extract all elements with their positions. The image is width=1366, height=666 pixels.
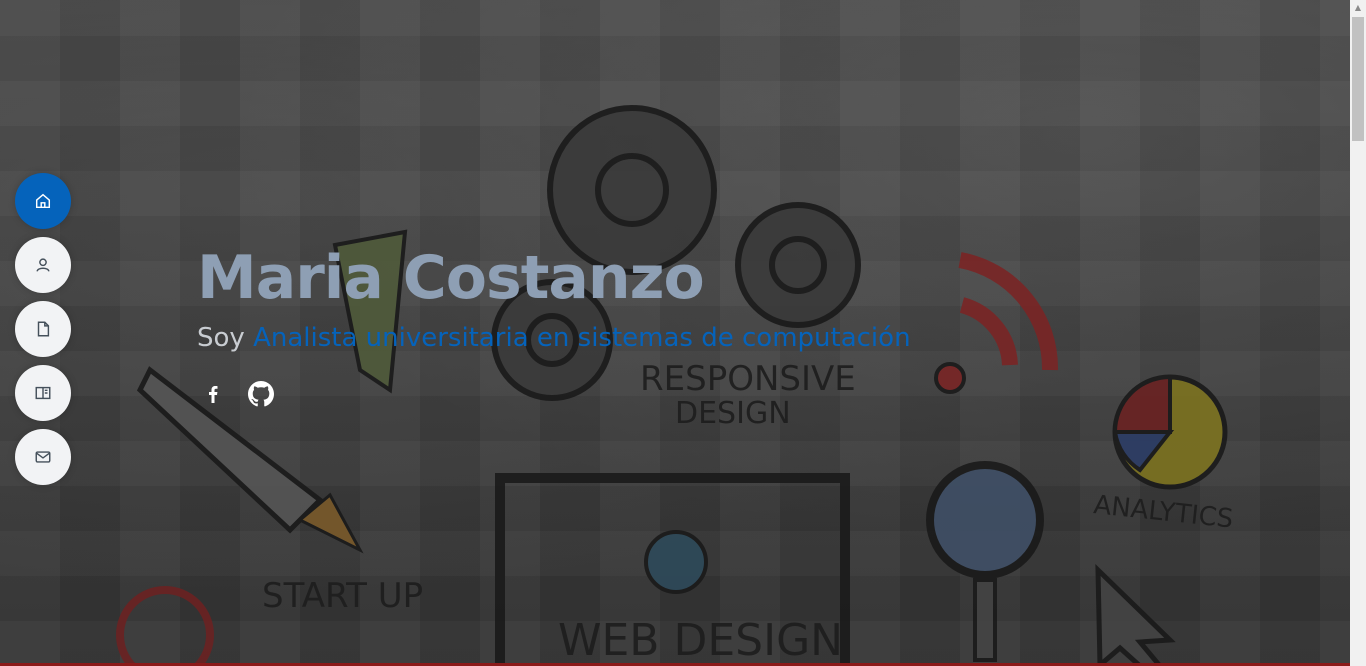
nav-home-button[interactable]: [15, 173, 71, 229]
person-icon: [36, 258, 50, 272]
vertical-scrollbar[interactable]: ▲: [1350, 0, 1366, 666]
hero-name: Maria Costanzo: [197, 243, 705, 313]
hero-subtitle: Soy Analista universitaria en sistemas d…: [197, 320, 911, 356]
bg-word-analytics: ANALYTICS: [1092, 490, 1235, 534]
hero-role: Analista universitaria en sistemas de co…: [253, 323, 911, 353]
side-navigation: [15, 173, 71, 493]
github-link[interactable]: [245, 378, 277, 410]
bg-word-webdesign: WEB DESIGN: [558, 615, 843, 666]
book-icon: [35, 386, 51, 400]
hero-prefix: Soy: [197, 323, 245, 353]
facebook-link[interactable]: [197, 378, 229, 410]
hero-content: Maria Costanzo Soy Analista universitari…: [197, 238, 911, 410]
scroll-up-arrow-icon[interactable]: ▲: [1350, 0, 1366, 16]
bg-word-startup: START UP: [262, 576, 423, 616]
social-links: [197, 378, 911, 410]
envelope-icon: [35, 451, 51, 463]
nav-portfolio-button[interactable]: [15, 365, 71, 421]
scroll-thumb[interactable]: [1352, 17, 1364, 141]
facebook-icon: [209, 386, 218, 403]
nav-resume-button[interactable]: [15, 301, 71, 357]
nav-about-button[interactable]: [15, 237, 71, 293]
nav-contact-button[interactable]: [15, 429, 71, 485]
document-icon: [37, 321, 50, 337]
home-icon: [35, 193, 51, 209]
github-icon: [248, 381, 274, 407]
